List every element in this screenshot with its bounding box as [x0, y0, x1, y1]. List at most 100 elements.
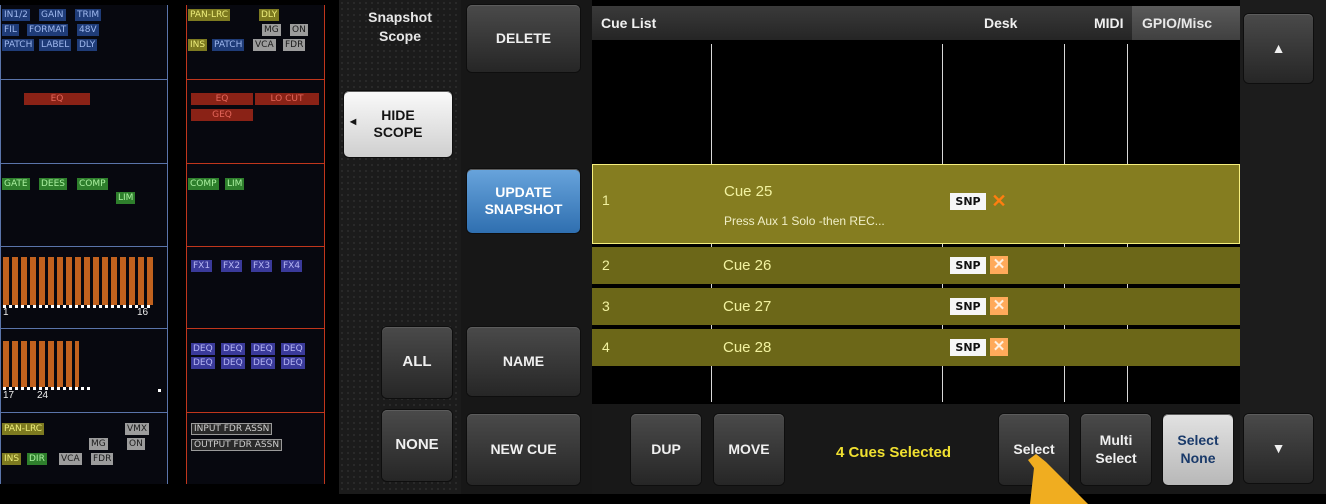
caret-left-icon: ◀	[350, 117, 357, 126]
tab-midi[interactable]: MIDI	[1094, 15, 1124, 31]
cue-name: Cue 27	[723, 298, 772, 315]
scope-ins[interactable]: INS	[2, 453, 22, 465]
scope-out-deq[interactable]: DEQ	[191, 357, 215, 369]
cue-name: Cue 25	[724, 183, 773, 200]
cue-number: 1	[602, 192, 610, 208]
table-row[interactable]: 2 Cue 26	[592, 247, 1240, 284]
scope-vca[interactable]: VCA	[59, 453, 82, 465]
dup-button[interactable]: DUP	[631, 414, 701, 485]
scope-vmx[interactable]: VMX	[125, 423, 150, 435]
scope-out-fx4[interactable]: FX4	[281, 260, 303, 272]
scope-out-deq[interactable]: DEQ	[281, 343, 305, 355]
delete-button[interactable]: DELETE	[467, 5, 580, 72]
tab-desk[interactable]: Desk	[984, 15, 1017, 31]
scope-out-patch[interactable]: PATCH	[212, 39, 245, 51]
scope-dir[interactable]: DIR	[27, 453, 47, 465]
snapshot-badge: SNP	[950, 298, 986, 315]
cue-note: Press Aux 1 Solo -then REC...	[724, 214, 885, 228]
scope-dees[interactable]: DEES	[39, 178, 68, 190]
scope-out-deq[interactable]: DEQ	[281, 357, 305, 369]
scope-pan-lrc[interactable]: PAN-LRC	[2, 423, 45, 435]
meter-label-to: 24	[37, 390, 49, 401]
tab-gpio-misc[interactable]: GPIO/Misc	[1132, 6, 1240, 40]
close-icon[interactable]: ✕	[990, 338, 1008, 356]
scope-out-mg[interactable]: MG	[262, 24, 281, 36]
cue-number: 4	[602, 339, 610, 355]
scope-out-geq[interactable]: GEQ	[191, 109, 253, 121]
arrow-down-icon: ▼	[1271, 439, 1286, 456]
meter-group-1-16[interactable]: 1 16	[3, 257, 153, 318]
table-row[interactable]: 3 Cue 27	[592, 288, 1240, 325]
scope-out-deq[interactable]: DEQ	[251, 343, 275, 355]
scope-label[interactable]: LABEL	[39, 39, 72, 51]
scope-out-deq[interactable]: DEQ	[251, 357, 275, 369]
scroll-up-button[interactable]: ▲	[1244, 14, 1313, 83]
scroll-down-button[interactable]: ▼	[1244, 414, 1313, 483]
name-button[interactable]: NAME	[467, 327, 580, 396]
snapshot-scope-title: Snapshot Scope	[368, 9, 432, 44]
scope-trim[interactable]: TRIM	[75, 9, 102, 21]
cue-number: 3	[602, 298, 610, 314]
update-snapshot-button[interactable]: UPDATE SNAPSHOT	[467, 169, 580, 233]
scope-mg[interactable]: MG	[89, 438, 108, 450]
scope-output-fdr-assn[interactable]: OUTPUT FDR ASSN	[191, 439, 283, 451]
cue-number: 2	[602, 257, 610, 273]
scope-out-on[interactable]: ON	[290, 24, 308, 36]
scope-patch[interactable]: PATCH	[2, 39, 35, 51]
scope-out-fx3[interactable]: FX3	[251, 260, 273, 272]
scope-input-fdr-assn[interactable]: INPUT FDR ASSN	[191, 423, 273, 435]
scope-out-deq[interactable]: DEQ	[221, 357, 245, 369]
scope-out-eq[interactable]: EQ	[191, 93, 253, 105]
scope-lim[interactable]: LIM	[116, 192, 136, 204]
arrow-up-icon: ▲	[1271, 39, 1286, 56]
scope-48v[interactable]: 48V	[77, 24, 99, 36]
scope-all-button[interactable]: ALL	[382, 327, 452, 398]
cues-selected-status: 4 Cues Selected	[836, 444, 952, 461]
new-cue-button[interactable]: NEW CUE	[467, 414, 580, 485]
snapshot-badge: SNP	[950, 339, 986, 356]
scope-comp[interactable]: COMP	[77, 178, 108, 190]
hide-scope-button[interactable]: ◀ HIDE SCOPE	[344, 91, 452, 157]
pointer-arrow-icon	[1028, 454, 1088, 504]
scope-none-button[interactable]: NONE	[382, 410, 452, 481]
scope-out-deq[interactable]: DEQ	[221, 343, 245, 355]
scope-out-lim[interactable]: LIM	[225, 178, 245, 190]
close-icon[interactable]: ✕	[990, 256, 1008, 274]
cue-name: Cue 26	[723, 257, 772, 274]
scope-delay[interactable]: DLY	[77, 39, 98, 51]
scope-out-vca[interactable]: VCA	[253, 39, 276, 51]
scope-format[interactable]: FORMAT	[27, 24, 69, 36]
table-row[interactable]: 1 Cue 25 Press Aux 1 Solo -then REC...	[592, 164, 1240, 244]
scope-out-dly[interactable]: DLY	[259, 9, 280, 21]
scope-gate[interactable]: GATE	[2, 178, 30, 190]
move-button[interactable]: MOVE	[714, 414, 784, 485]
scope-out-pan-lrc[interactable]: PAN-LRC	[188, 9, 231, 21]
close-icon[interactable]: ✕	[990, 297, 1008, 315]
scope-out-fdr[interactable]: FDR	[283, 39, 306, 51]
meter-label-to: 16	[137, 307, 149, 318]
scope-out-ins[interactable]: INS	[188, 39, 208, 51]
meter-label-from: 17	[3, 390, 15, 401]
close-icon[interactable]: ✕	[990, 192, 1008, 210]
select-none-button[interactable]: Select None	[1163, 414, 1233, 485]
scope-out-fx2[interactable]: FX2	[221, 260, 243, 272]
input-scope-column: IN1/2 GAIN TRIM FIL FORMAT 48V PATCH LAB…	[0, 5, 168, 484]
scope-out-lo-cut[interactable]: LO CUT	[255, 93, 319, 105]
snapshot-badge: SNP	[950, 193, 986, 210]
scope-fdr[interactable]: FDR	[91, 453, 114, 465]
scope-gain[interactable]: GAIN	[39, 9, 66, 21]
table-row[interactable]: 4 Cue 28	[592, 329, 1240, 366]
scope-out-deq[interactable]: DEQ	[191, 343, 215, 355]
snapshot-badge: SNP	[950, 257, 986, 274]
cue-list-title: Cue List	[601, 15, 657, 31]
cue-list-header: Cue List Desk MIDI GPIO/Misc	[592, 6, 1240, 40]
cue-name: Cue 28	[723, 339, 772, 356]
scope-out-comp[interactable]: COMP	[188, 178, 219, 190]
scope-in1-2[interactable]: IN1/2	[2, 9, 30, 21]
scope-out-fx1[interactable]: FX1	[191, 260, 213, 272]
meter-label-from: 1	[3, 307, 9, 318]
scope-filter[interactable]: FIL	[2, 24, 19, 36]
meter-group-17-24[interactable]: 17 24	[3, 341, 98, 401]
scope-on[interactable]: ON	[127, 438, 145, 450]
scope-eq[interactable]: EQ	[24, 93, 90, 105]
